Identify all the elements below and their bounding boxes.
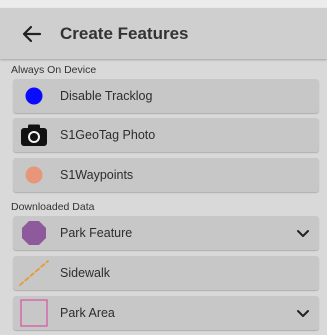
- feature-row-s1geotag-photo[interactable]: S1GeoTag Photo: [13, 118, 319, 152]
- feature-row-park-feature[interactable]: Park Feature: [13, 216, 319, 250]
- feature-row-s1waypoints[interactable]: S1Waypoints: [13, 158, 319, 192]
- camera-icon: [21, 124, 47, 146]
- purple-octagon-icon: [22, 221, 46, 245]
- feature-row-sidewalk[interactable]: Sidewalk: [13, 256, 319, 290]
- section-label-downloaded-data: Downloaded Data: [11, 201, 95, 213]
- arrow-left-icon: [22, 25, 42, 43]
- chevron-down-icon[interactable]: [295, 225, 311, 241]
- status-bar: [0, 0, 327, 8]
- chevron-down-icon[interactable]: [295, 305, 311, 321]
- feature-label: Park Feature: [60, 226, 133, 240]
- blue-dot-icon: [25, 87, 43, 105]
- feature-row-disable-tracklog[interactable]: Disable Tracklog: [13, 79, 319, 113]
- orange-dashed-line-icon: [19, 260, 49, 286]
- feature-label: Sidewalk: [60, 266, 111, 280]
- feature-row-park-area[interactable]: Park Area: [13, 296, 319, 330]
- feature-label: S1Waypoints: [60, 168, 134, 182]
- back-button[interactable]: [18, 20, 46, 48]
- feature-label: S1GeoTag Photo: [60, 128, 156, 142]
- app-bar: Create Features: [0, 8, 327, 59]
- pink-square-outline-icon: [20, 299, 48, 327]
- section-label-always-on-device: Always On Device: [11, 64, 97, 76]
- orange-dot-icon: [25, 166, 43, 184]
- feature-label: Disable Tracklog: [60, 89, 153, 103]
- page-title: Create Features: [60, 24, 189, 43]
- feature-label: Park Area: [60, 306, 115, 320]
